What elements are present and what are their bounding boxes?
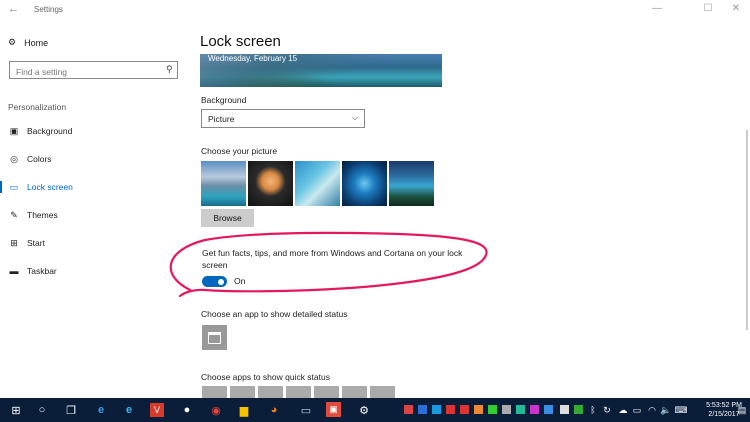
sidebar-item-colors[interactable]: ◎ Colors [0,149,190,169]
taskbar-icon: ▬ [9,266,19,276]
tray-app-icon[interactable] [544,405,553,414]
search-box[interactable]: ⚲ [9,61,178,80]
fun-facts-toggle[interactable] [202,276,227,287]
lock-screen-preview: Wednesday, February 15 [200,54,442,87]
quick-status-app-button[interactable] [314,386,339,398]
vivaldi-icon[interactable]: V [150,403,164,417]
quick-status-app-button[interactable] [342,386,367,398]
preview-date: Wednesday, February 15 [208,54,298,63]
sidebar-item-label: Lock screen [27,182,73,192]
choose-picture-label: Choose your picture [201,146,278,156]
monitor-icon: ▭ [9,181,19,192]
fun-facts-text: Get fun facts, tips, and more from Windo… [202,248,463,270]
sidebar-item-label: Start [27,238,45,248]
tray-app-icon[interactable] [516,405,525,414]
picture-icon: ▣ [9,125,19,136]
sidebar-item-taskbar[interactable]: ▬ Taskbar [0,261,190,281]
settings-window: ← Settings — ☐ ✕ ⚙ Home ⚲ Personalizatio… [0,0,750,398]
sidebar-item-background[interactable]: ▣ Background [0,121,190,141]
browse-button[interactable]: Browse [201,209,254,227]
gear-icon: ⚙ [8,37,17,47]
picture-thumbnail[interactable] [342,161,387,206]
detailed-status-label: Choose an app to show detailed status [201,309,348,319]
scrollbar[interactable] [746,130,748,330]
cortana-icon[interactable]: ○ [33,401,51,419]
picture-thumbnail[interactable] [389,161,434,206]
tray-app-icon[interactable] [502,405,511,414]
sidebar-item-themes[interactable]: ✎ Themes [0,205,190,225]
quick-status-app-button[interactable] [258,386,283,398]
detailed-status-app-button[interactable] [202,325,227,350]
taskbar: ⊞ ○ ❐ e e V ● ◉ ▆ ◕ ▭ ▣ ⚙ ᛒ ↻ ☁ ▭ ◠ 🔈 ⌨ … [0,398,750,422]
tray-app-icon[interactable] [432,405,441,414]
background-label: Background [201,95,247,105]
picture-thumbnails [201,161,434,206]
home-link[interactable]: ⚙ Home [8,37,48,48]
bird-app-icon[interactable]: ● [178,401,196,419]
section-title: Personalization [8,102,67,112]
minimize-icon[interactable]: — [650,3,664,14]
picture-thumbnail[interactable] [295,161,340,206]
sidebar-item-label: Taskbar [27,266,57,276]
toggle-state-label: On [234,276,246,286]
tray-app-icon[interactable] [474,405,483,414]
sidebar-item-start[interactable]: ⊞ Start [0,233,190,253]
title-bar: ← Settings — ☐ ✕ [0,0,750,20]
sidebar-item-lock-screen[interactable]: ▭ Lock screen [0,177,190,197]
search-input[interactable] [10,64,155,80]
chevron-down-icon: ⌵ [351,113,358,122]
page-title: Lock screen [200,33,281,50]
main-content: Lock screen Wednesday, February 15 Backg… [200,20,750,398]
tray-app-icon[interactable] [446,405,455,414]
quick-status-app-button[interactable] [230,386,255,398]
quick-status-app-button[interactable] [370,386,395,398]
start-icon: ⊞ [10,237,18,248]
quick-status-apps [202,386,395,398]
edge-icon[interactable]: e [92,401,110,419]
tray-app-icon[interactable] [488,405,497,414]
shield-icon[interactable] [560,405,569,414]
task-view-icon[interactable]: ❐ [62,401,80,419]
maximize-icon[interactable]: ☐ [701,3,715,14]
calendar-icon [208,331,221,344]
close-icon[interactable]: ✕ [729,3,743,14]
chrome-icon[interactable]: ◉ [207,401,225,419]
tray-app-icon[interactable] [574,405,583,414]
picture-thumbnail[interactable] [248,161,293,206]
internet-explorer-icon[interactable]: e [120,401,138,419]
sidebar-item-label: Background [27,126,73,136]
window-title: Settings [34,5,63,14]
sidebar-item-label: Colors [27,154,52,164]
action-center-icon[interactable]: ▤ [733,401,750,419]
tray-app-icon[interactable] [418,405,427,414]
palette-icon: ◎ [10,153,18,164]
windows-start-icon[interactable]: ⊞ [7,401,25,419]
tray-app-icon[interactable] [530,405,539,414]
back-arrow-icon[interactable]: ← [8,3,19,15]
background-dropdown-value: Picture [208,113,235,124]
background-dropdown[interactable]: Picture ⌵ [201,109,365,128]
brush-icon: ✎ [10,209,18,220]
sidebar: ⚙ Home ⚲ Personalization ▣ Background ◎ … [0,20,190,398]
tray-app-icon[interactable] [404,405,413,414]
search-icon[interactable]: ⚲ [166,64,173,75]
file-explorer-icon[interactable]: ▆ [235,401,253,419]
picture-thumbnail[interactable] [201,161,246,206]
quick-status-label: Choose apps to show quick status [201,372,330,382]
home-label: Home [24,37,49,48]
firefox-icon[interactable]: ◕ [265,401,283,419]
quick-status-app-button[interactable] [286,386,311,398]
tray-app-icon[interactable] [460,405,469,414]
sidebar-item-label: Themes [27,210,58,220]
monitor-app-icon[interactable]: ▭ [297,401,315,419]
image-app-icon[interactable]: ▣ [326,402,341,417]
quick-status-app-button[interactable] [202,386,227,398]
settings-gear-icon[interactable]: ⚙ [355,401,373,419]
ime-icon[interactable]: ⌨ [672,401,690,419]
